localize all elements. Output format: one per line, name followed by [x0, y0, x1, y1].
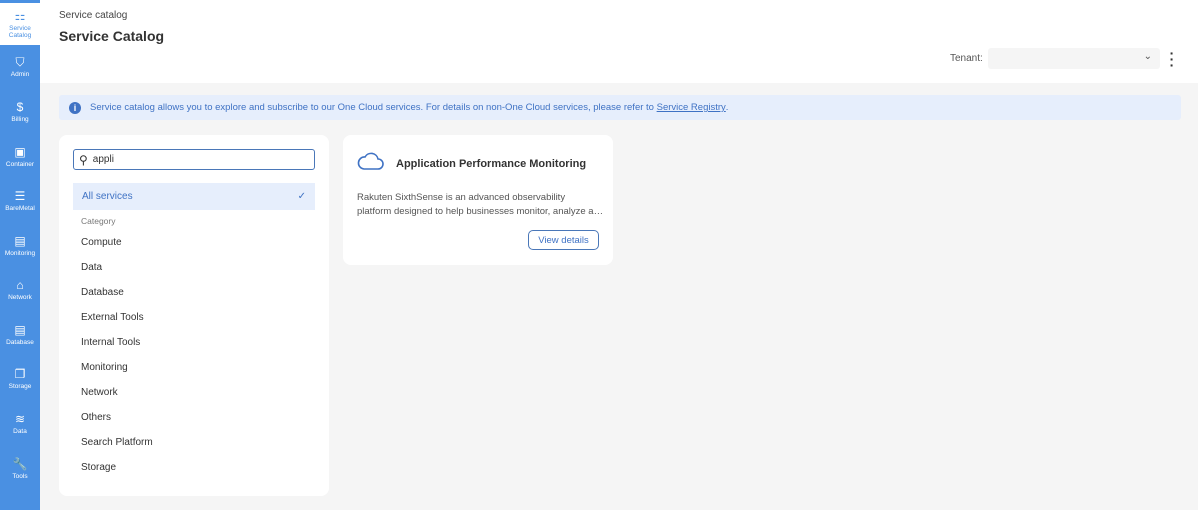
header: Service catalog Service Catalog Tenant: … — [40, 0, 1198, 83]
wrench-icon: 🔧 — [12, 456, 28, 471]
category-item[interactable]: Data — [81, 262, 153, 287]
desc-line: Rakuten SixthSense is an advanced observ… — [357, 192, 566, 203]
category-item[interactable]: Storage — [81, 462, 153, 487]
search-input[interactable]: ⚲ appli — [73, 149, 315, 170]
container-icon: ▣ — [14, 144, 26, 159]
monitor-icon: ▤ — [14, 233, 26, 248]
search-icon: ⚲ — [79, 152, 88, 167]
card-description: Rakuten SixthSense is an advanced observ… — [357, 191, 607, 219]
sidebar-item-label: Network — [8, 294, 32, 302]
check-icon: ✓ — [297, 191, 306, 202]
sidebar-item-billing[interactable]: $ Billing — [0, 89, 40, 134]
database-icon: ▤ — [14, 322, 26, 337]
sidebar-item-label: Storage — [8, 383, 32, 391]
sidebar-item-label: BareMetal — [5, 205, 35, 213]
category-item[interactable]: Search Platform — [81, 437, 153, 462]
category-item[interactable]: External Tools — [81, 312, 153, 337]
card-title: Application Performance Monitoring — [396, 158, 587, 170]
cloud-icon — [357, 152, 384, 170]
category-item[interactable]: Monitoring — [81, 362, 153, 387]
category-list: Compute Data Database External Tools Interna… — [81, 237, 153, 487]
sidebar-item-service-catalog[interactable]: ⚏ Service Catalog — [0, 0, 40, 45]
hierarchy-icon: ⚏ — [14, 8, 26, 23]
info-text: Service catalog allows you to explore an… — [90, 102, 654, 113]
chevron-down-icon: ⌄ — [1143, 51, 1152, 62]
category-item[interactable]: Others — [81, 412, 153, 437]
router-icon: ⌂ — [16, 278, 24, 293]
shield-icon: ⛉ — [15, 55, 25, 70]
sidebar-item-database[interactable]: ▤ Database — [0, 312, 40, 357]
info-suffix: . — [725, 102, 729, 113]
category-item[interactable]: Network — [81, 387, 153, 412]
category-item[interactable]: Internal Tools — [81, 337, 153, 362]
tenant-select[interactable]: ⌄ — [988, 48, 1160, 69]
sidebar-item-storage[interactable]: ❐ Storage — [0, 357, 40, 402]
sidebar-item-tools[interactable]: 🔧 Tools — [0, 446, 40, 491]
list-icon: ☰ — [14, 189, 26, 204]
category-label: Category — [81, 216, 116, 226]
sidebar-item-label: Database — [6, 338, 34, 346]
category-item[interactable]: Database — [81, 287, 153, 312]
sidebar-item-label: Service Catalog — [8, 24, 32, 39]
info-banner: i Service catalog allows you to explore … — [59, 95, 1181, 120]
view-details-button[interactable]: View details — [528, 230, 599, 250]
service-card: Application Performance Monitoring Rakut… — [343, 135, 613, 265]
sidebar: ⚏ Service Catalog ⛉ Admin $ Billing ▣ Container… — [0, 0, 40, 510]
filter-panel: ⚲ appli All services ✓ Category Compute D… — [59, 135, 329, 496]
info-icon: i — [69, 101, 81, 114]
sidebar-item-label: Billing — [11, 115, 29, 123]
service-registry-link[interactable]: Service Registry — [657, 102, 726, 113]
all-services-item[interactable]: All services ✓ — [73, 183, 315, 210]
sidebar-item-baremetal[interactable]: ☰ BareMetal — [0, 178, 40, 223]
dollar-icon: $ — [16, 99, 24, 114]
sidebar-item-monitoring[interactable]: ▤ Monitoring — [0, 223, 40, 268]
sidebar-item-label: Monitoring — [4, 249, 36, 257]
sidebar-item-data[interactable]: ≋ Data — [0, 401, 40, 446]
sidebar-item-admin[interactable]: ⛉ Admin — [0, 45, 40, 90]
tenant-label: Tenant: — [950, 53, 983, 64]
storage-icon: ❐ — [14, 367, 26, 382]
desc-line: platform designed to help businesses mon… — [357, 206, 607, 217]
page-title: Service Catalog — [59, 28, 165, 44]
sidebar-item-label: Data — [13, 428, 27, 436]
sidebar-item-label: Admin — [10, 71, 30, 79]
category-item[interactable]: Compute — [81, 237, 153, 262]
data-icon: ≋ — [14, 412, 26, 427]
sidebar-item-network[interactable]: ⌂ Network — [0, 268, 40, 313]
search-value: appli — [92, 154, 114, 165]
sidebar-item-label: Container — [5, 160, 35, 168]
breadcrumb[interactable]: Service catalog — [59, 10, 127, 21]
more-options-icon[interactable]: · · · — [1168, 46, 1176, 72]
all-services-label: All services — [82, 191, 133, 202]
sidebar-item-label: Tools — [12, 472, 28, 480]
sidebar-item-container[interactable]: ▣ Container — [0, 134, 40, 179]
